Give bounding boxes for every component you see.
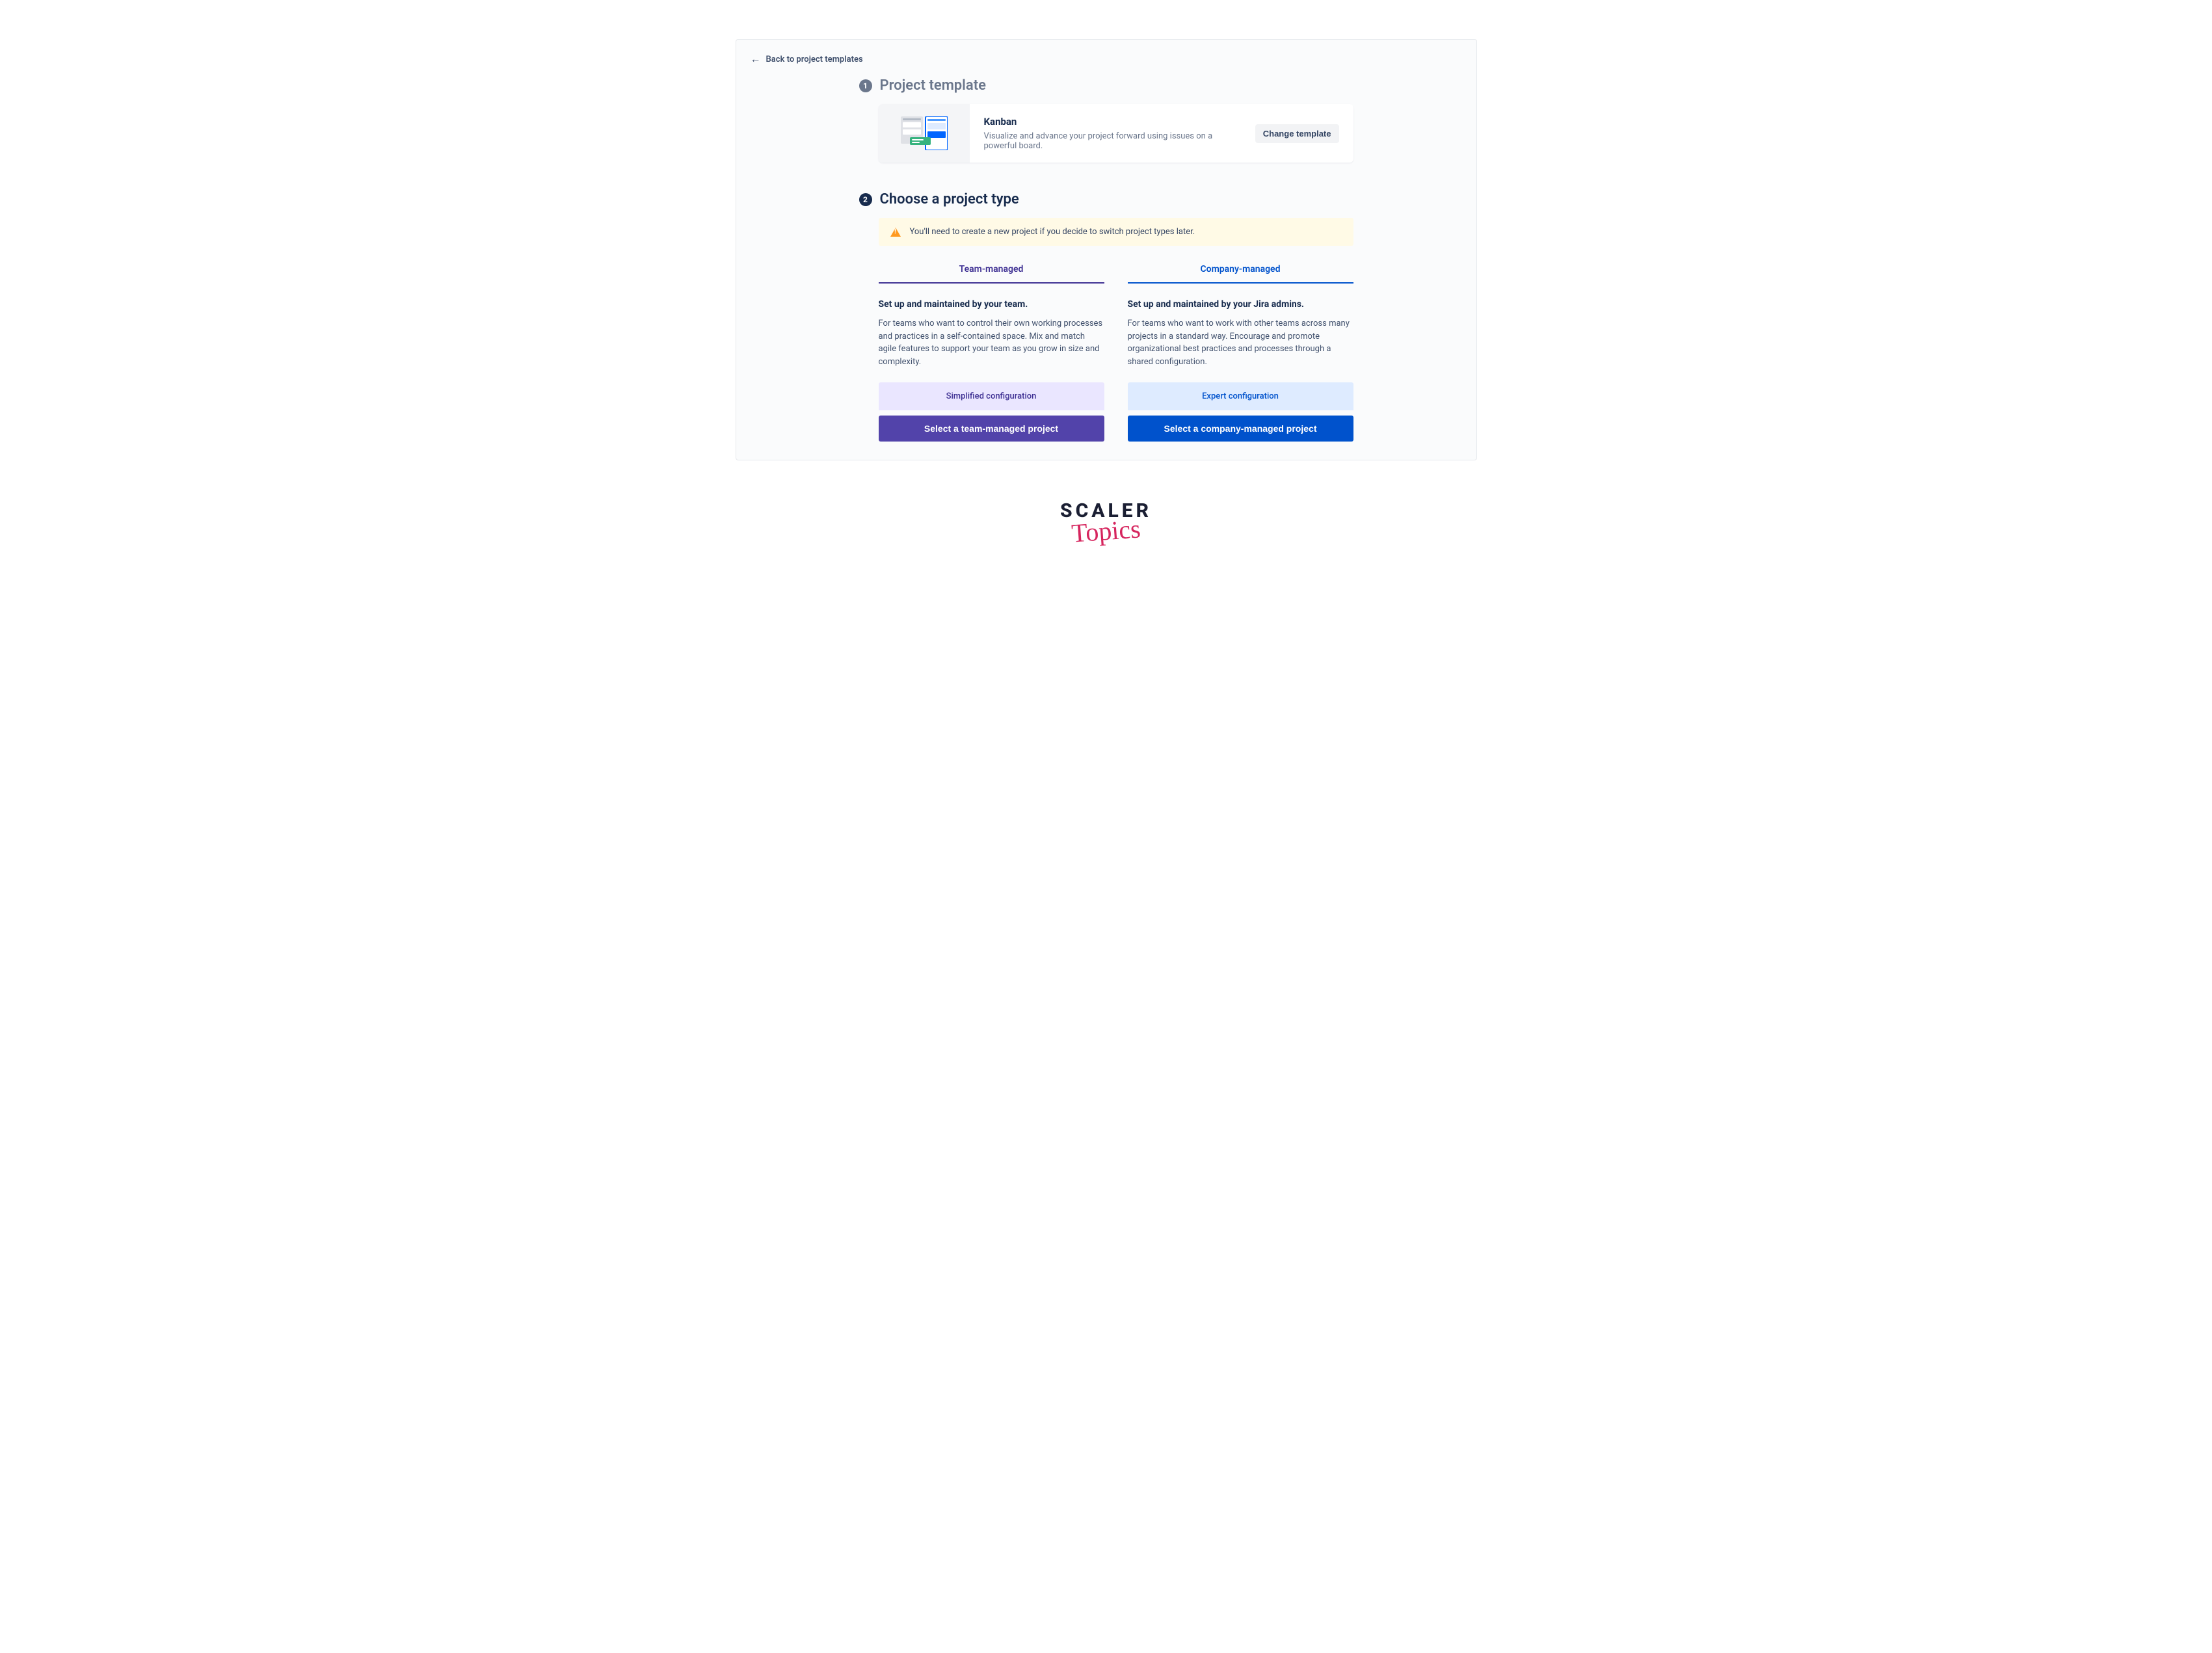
team-managed-body: For teams who want to control their own … [879,317,1104,368]
project-setup-frame: ← Back to project templates 1 Project te… [736,39,1477,460]
arrow-left-icon: ← [751,54,761,64]
company-managed-body: For teams who want to work with other te… [1128,317,1353,368]
step-2-title: Choose a project type [880,191,1019,207]
step-1-badge: 1 [859,79,872,92]
step-2-badge: 2 [859,193,872,206]
company-managed-heading: Company-managed [1128,264,1353,284]
warning-text: You'll need to create a new project if y… [910,227,1195,237]
step-2-header: 2 Choose a project type [859,191,1353,207]
back-link-label: Back to project templates [766,55,863,64]
team-managed-heading: Team-managed [879,264,1104,284]
selected-template-card: Kanban Visualize and advance your projec… [879,104,1353,163]
step-1-title: Project template [880,77,986,94]
template-desc: Visualize and advance your project forwa… [984,131,1242,151]
brand-topics-text: Topics [1059,512,1153,549]
brand-footer: SCALER Topics [26,499,2186,546]
template-text: Kanban Visualize and advance your projec… [984,116,1242,151]
project-type-warning: You'll need to create a new project if y… [879,218,1353,246]
company-config-pill: Expert configuration [1128,382,1353,410]
kanban-board-icon [901,116,948,150]
warning-icon [890,228,901,237]
team-config-pill: Simplified configuration [879,382,1104,410]
template-name: Kanban [984,116,1242,127]
change-template-button[interactable]: Change template [1255,124,1339,143]
back-to-templates-link[interactable]: ← Back to project templates [751,54,863,64]
select-team-managed-button[interactable]: Select a team-managed project [879,416,1104,442]
team-managed-subtitle: Set up and maintained by your team. [879,299,1104,310]
company-managed-column: Company-managed Set up and maintained by… [1128,264,1353,442]
wizard-content: 1 Project template [859,77,1353,460]
select-company-managed-button[interactable]: Select a company-managed project [1128,416,1353,442]
kanban-thumbnail [879,104,970,163]
scaler-topics-logo: SCALER Topics [1060,499,1152,546]
team-managed-column: Team-managed Set up and maintained by yo… [879,264,1104,442]
project-type-comparison: Team-managed Set up and maintained by yo… [879,264,1353,442]
step-1-header: 1 Project template [859,77,1353,94]
company-managed-subtitle: Set up and maintained by your Jira admin… [1128,299,1353,310]
template-body: Kanban Visualize and advance your projec… [970,104,1353,163]
